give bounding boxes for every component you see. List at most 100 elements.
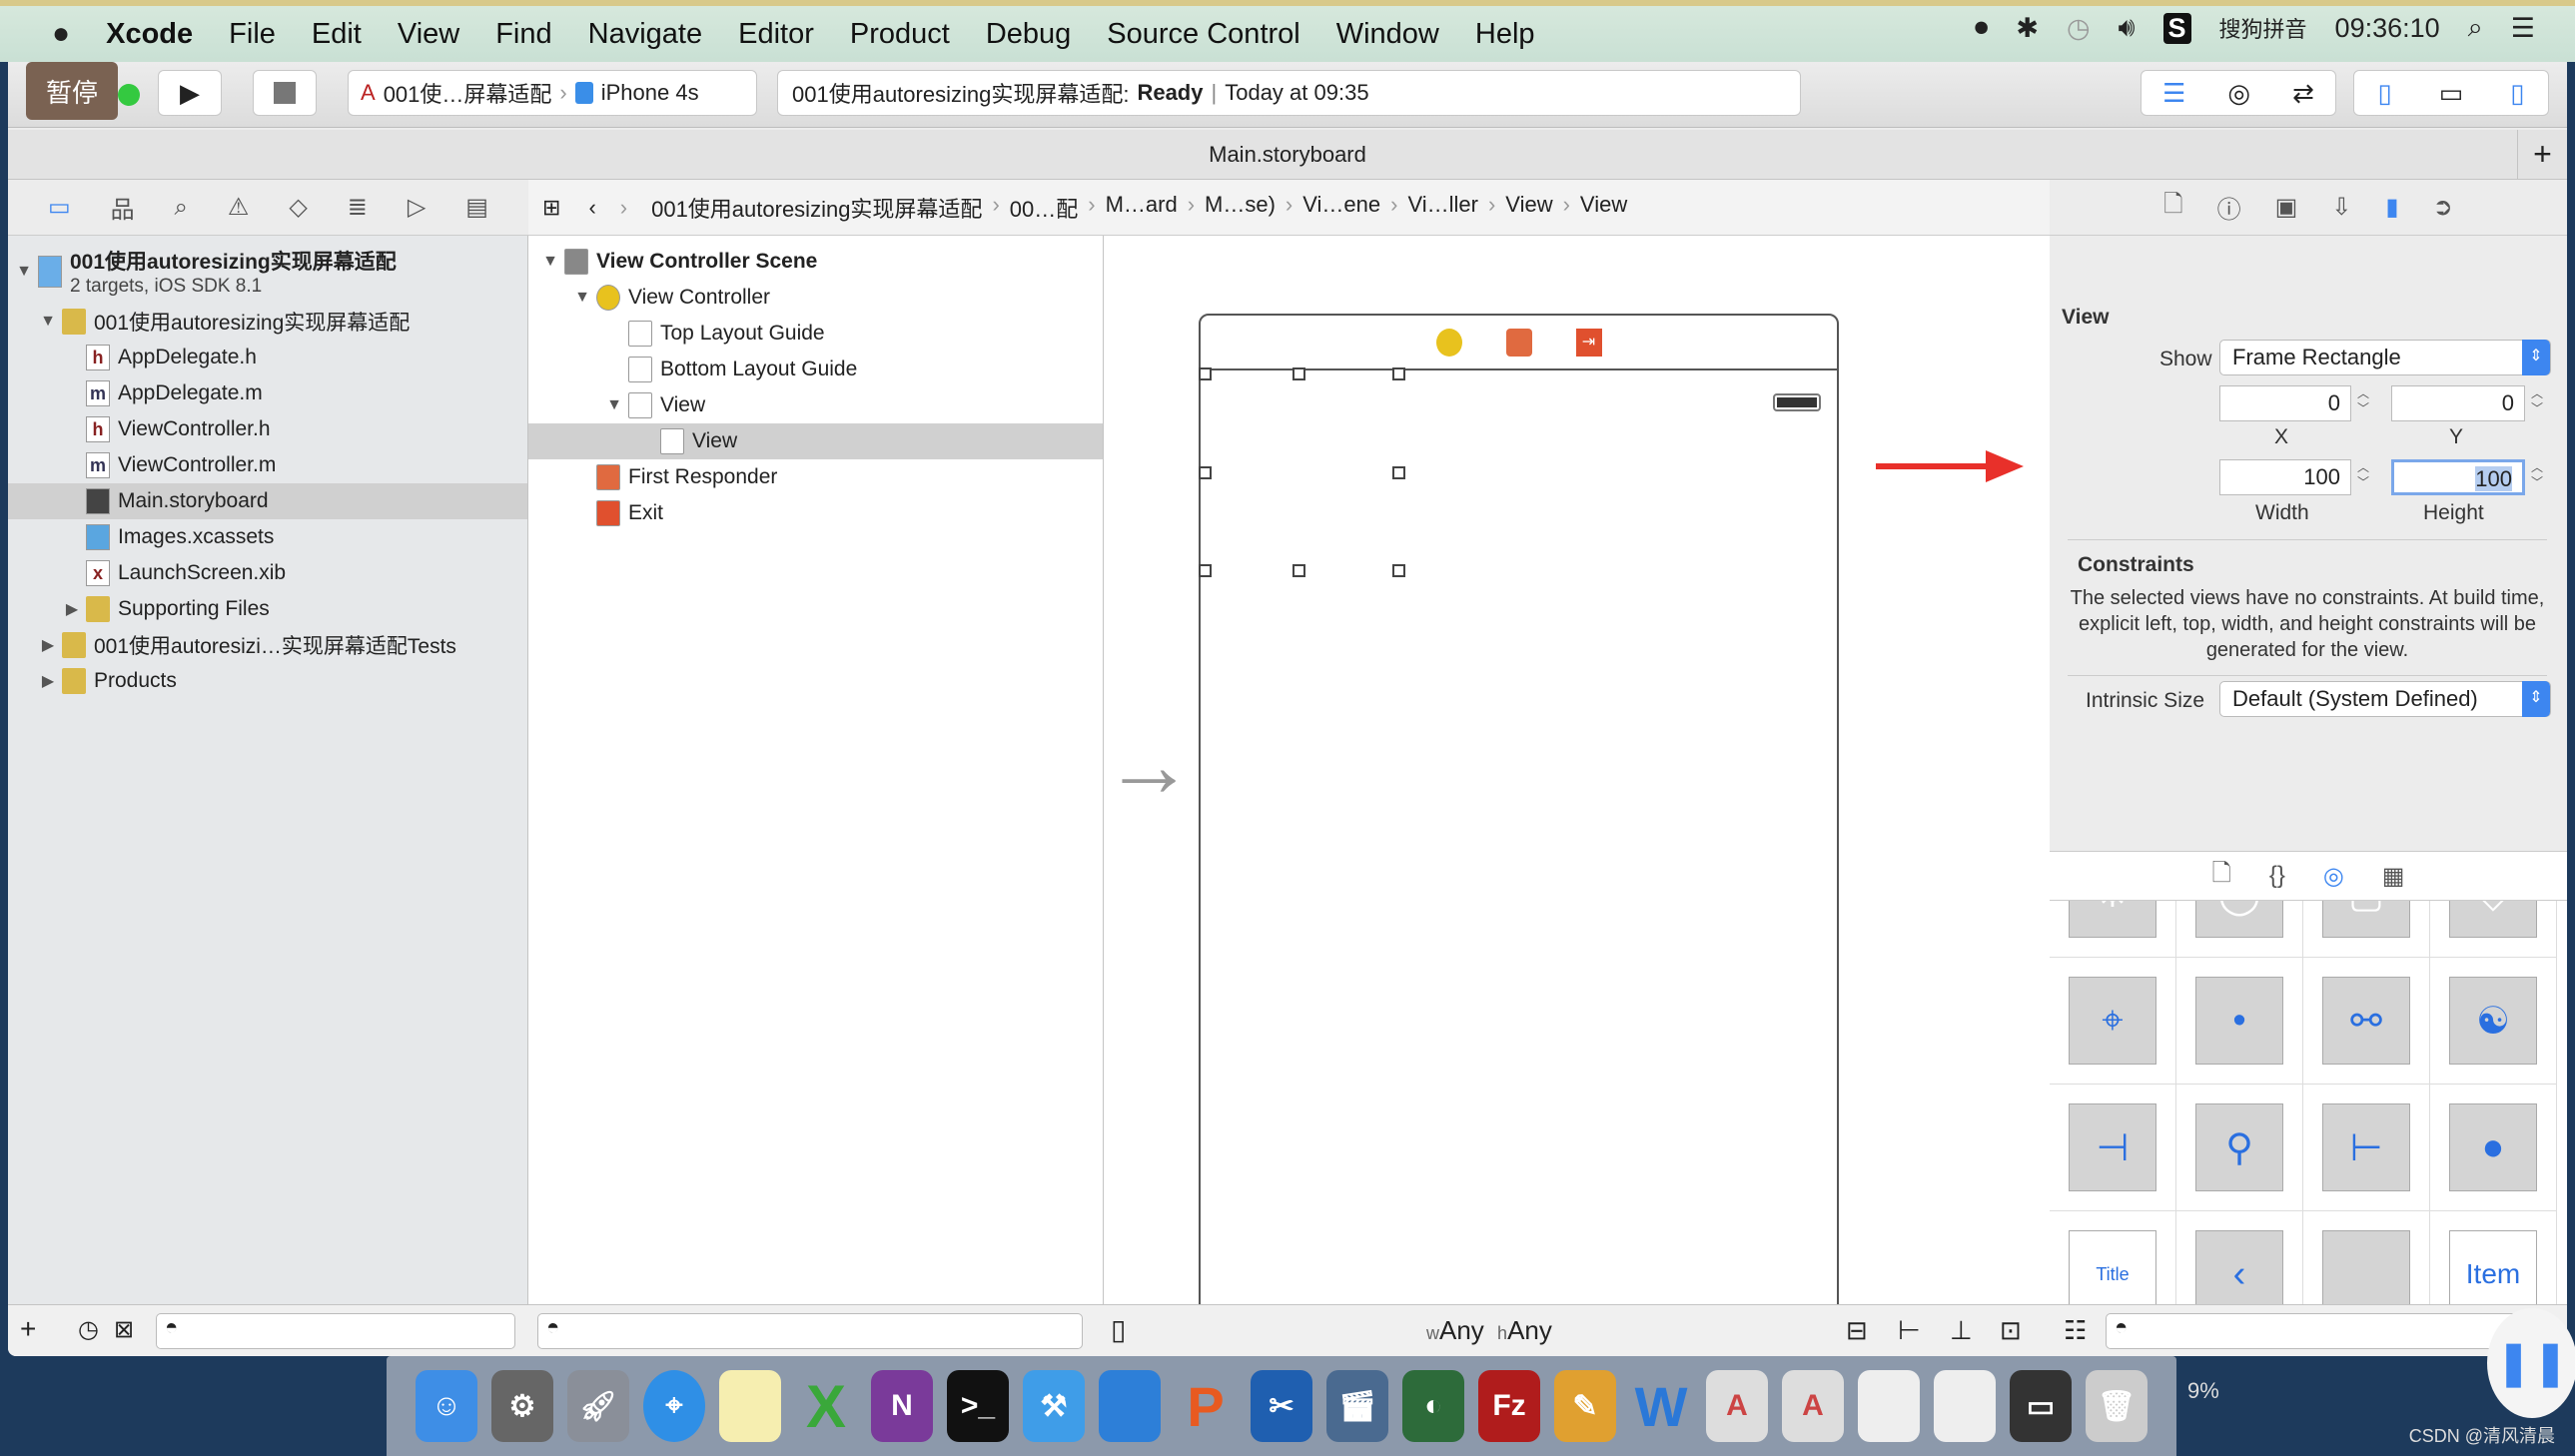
disclosure-closed-icon[interactable]: ▶ [38, 671, 58, 691]
navigator-item[interactable]: m AppDelegate.m [8, 375, 527, 411]
time-machine-icon[interactable]: ◷ [2067, 13, 2091, 44]
notification-center-icon[interactable]: ☰ [2511, 13, 2535, 44]
menu-product[interactable]: Product [850, 18, 950, 51]
scheme-selector[interactable]: A 001使…屏幕适配 › iPhone 4s [348, 70, 757, 116]
document-app-icon-2[interactable]: A [1782, 1370, 1844, 1442]
y-stepper[interactable]: ︿ ﹀ [2529, 386, 2545, 420]
library-object-cell[interactable]: ⊢ [2303, 1085, 2430, 1211]
video-pause-button[interactable]: ❚❚ [2487, 1308, 2575, 1418]
resize-handle[interactable] [1199, 367, 1212, 380]
related-items-icon[interactable]: ⊞ [542, 195, 560, 221]
resizing-behavior-icon[interactable]: ⊡ [2000, 1315, 2022, 1346]
menu-view[interactable]: View [398, 18, 459, 51]
resize-handle[interactable] [1199, 564, 1212, 577]
outline-filter-input[interactable]: ◓ [537, 1313, 1083, 1349]
trash-icon[interactable]: 🗑︎ [2086, 1370, 2147, 1442]
ftp-app-icon[interactable]: ◐ [1402, 1370, 1464, 1442]
navigator-item[interactable]: Images.xcassets [8, 519, 527, 555]
report-navigator-icon[interactable]: ▤ [465, 193, 488, 222]
library-object-cell[interactable]: • [2176, 958, 2303, 1085]
library-object-cell[interactable]: ● [2430, 1085, 2557, 1211]
document-app-icon[interactable]: A [1706, 1370, 1768, 1442]
library-filter-input[interactable]: ◓ [2106, 1313, 2545, 1349]
notes-icon[interactable] [719, 1370, 781, 1442]
menu-xcode[interactable]: Xcode [106, 18, 193, 51]
size-class-control[interactable]: wAny hAny [1426, 1315, 1552, 1346]
resize-handle[interactable] [1292, 564, 1305, 577]
jump-bar-item[interactable]: Vi…ller [1407, 192, 1478, 224]
stop-button[interactable] [253, 70, 317, 116]
documents-stack-icon[interactable] [1934, 1370, 1996, 1442]
disclosure-open-icon[interactable]: ▼ [604, 396, 624, 414]
outline-item[interactable]: ▼ View Controller [528, 280, 1103, 316]
launchpad-icon[interactable]: 🚀︎ [567, 1370, 629, 1442]
width-field[interactable]: 100 [2219, 459, 2351, 495]
jump-bar-item[interactable]: 001使用autoresizing实现屏幕适配 [651, 192, 982, 224]
standard-editor-icon[interactable]: ☰ [2162, 78, 2185, 109]
bluetooth-icon[interactable]: ✱ [2016, 13, 2039, 44]
intrinsic-size-popup[interactable]: Default (System Defined) ⇕ [2219, 681, 2551, 717]
x-field[interactable]: 0 [2219, 385, 2351, 421]
xmind-icon[interactable]: X [795, 1370, 857, 1442]
input-method[interactable]: 搜狗拼音 [2219, 12, 2307, 44]
outline-item[interactable]: ▼ View [528, 387, 1103, 423]
menu-editor[interactable]: Editor [738, 18, 814, 51]
x-stepper[interactable]: ︿ ﹀ [2355, 386, 2371, 420]
object-library-icon[interactable]: ◎ [2323, 862, 2344, 891]
library-object-cell[interactable] [2303, 1211, 2430, 1304]
navigator-item[interactable]: x LaunchScreen.xib [8, 555, 527, 591]
outline-item[interactable]: View [528, 423, 1103, 459]
selected-subview[interactable] [1201, 370, 1398, 566]
align-icon[interactable]: ⊟ [1846, 1315, 1868, 1346]
screen-record-icon[interactable]: ⏺ [1975, 12, 1989, 44]
quick-help-icon[interactable]: ⓘ [2217, 190, 2241, 225]
project-navigator-icon[interactable]: ▭ [48, 193, 71, 222]
library-object-cell[interactable]: ⊣ [2050, 1085, 2176, 1211]
library-object-cell[interactable]: Item [2430, 1211, 2557, 1304]
jump-bar-item[interactable]: Vi…ene [1302, 192, 1380, 224]
safari-icon[interactable]: ⌖ [643, 1370, 705, 1442]
navigator-item[interactable]: h AppDelegate.h [8, 340, 527, 375]
code-snippet-library-icon[interactable]: {} [2269, 862, 2285, 890]
disclosure-open-icon[interactable]: ▼ [38, 313, 58, 331]
navigator-item[interactable]: ▶ Supporting Files [8, 591, 527, 627]
media-library-icon[interactable]: ▦ [2382, 862, 2405, 891]
navigator-item[interactable]: ▶ 001使用autoresizi…实现屏幕适配Tests [8, 627, 527, 663]
resize-handle[interactable] [1392, 466, 1405, 479]
resize-handle[interactable] [1199, 466, 1212, 479]
library-object-cell[interactable]: ▢ [2303, 901, 2430, 958]
menu-debug[interactable]: Debug [986, 18, 1071, 51]
assistant-editor-icon[interactable]: ◎ [2227, 78, 2250, 109]
library-object-cell[interactable]: ◇ [2430, 901, 2557, 958]
menu-source-control[interactable]: Source Control [1107, 18, 1299, 51]
navigator-item[interactable]: m ViewController.m [8, 447, 527, 483]
recent-files-icon[interactable]: ◷ [78, 1315, 99, 1344]
connections-inspector-icon[interactable]: ➲ [2433, 193, 2453, 222]
library-object-cell[interactable]: ⚯ [2303, 958, 2430, 1085]
test-navigator-icon[interactable]: ◇ [289, 193, 307, 222]
disclosure-open-icon[interactable]: ▼ [540, 253, 560, 271]
width-stepper[interactable]: ︿ ﹀ [2355, 460, 2371, 494]
library-object-cell[interactable]: ⚲ [2176, 1085, 2303, 1211]
library-object-cell[interactable]: Title [2050, 1211, 2176, 1304]
navigator-filter-input[interactable]: ◓ [156, 1313, 515, 1349]
file-template-library-icon[interactable]: 🗋 [2212, 856, 2231, 897]
navigator-item[interactable]: ▼ 001使用autoresizing实现屏幕适配 [8, 304, 527, 340]
add-file-button[interactable]: + [20, 1313, 36, 1345]
version-editor-icon[interactable]: ⇄ [2292, 78, 2314, 109]
library-object-cell[interactable]: ‹ [2176, 1211, 2303, 1304]
system-preferences-icon[interactable]: ⚙ [491, 1370, 553, 1442]
outline-item[interactable]: Exit [528, 495, 1103, 531]
issue-navigator-icon[interactable]: ⚠ [228, 193, 250, 222]
finder-icon[interactable]: ☺ [416, 1370, 477, 1442]
height-stepper[interactable]: ︿ ﹀ [2529, 460, 2545, 494]
outline-item[interactable]: Bottom Layout Guide [528, 352, 1103, 387]
menu-help[interactable]: Help [1475, 18, 1535, 51]
menu-navigate[interactable]: Navigate [588, 18, 702, 51]
view-controller-icon[interactable] [1435, 328, 1462, 357]
library-object-cell[interactable]: ⌖ [2050, 958, 2176, 1085]
outline-item[interactable]: Top Layout Guide [528, 316, 1103, 352]
apple-menu-icon[interactable]: ● [52, 17, 70, 51]
run-button[interactable]: ▶ [158, 70, 222, 116]
jump-bar-item[interactable]: View [1505, 192, 1552, 224]
